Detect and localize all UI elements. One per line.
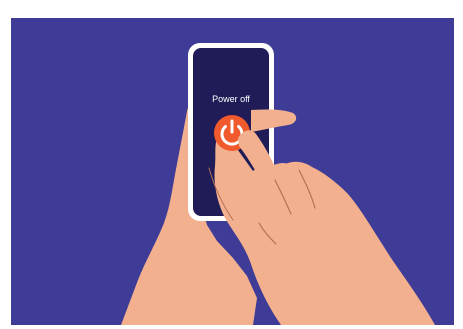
illustration-frame: Power off [0,0,463,329]
power-off-label: Power off [212,94,250,104]
illustration-scene: Power off [11,18,454,325]
hands-phone-illustration: Power off [121,43,435,325]
